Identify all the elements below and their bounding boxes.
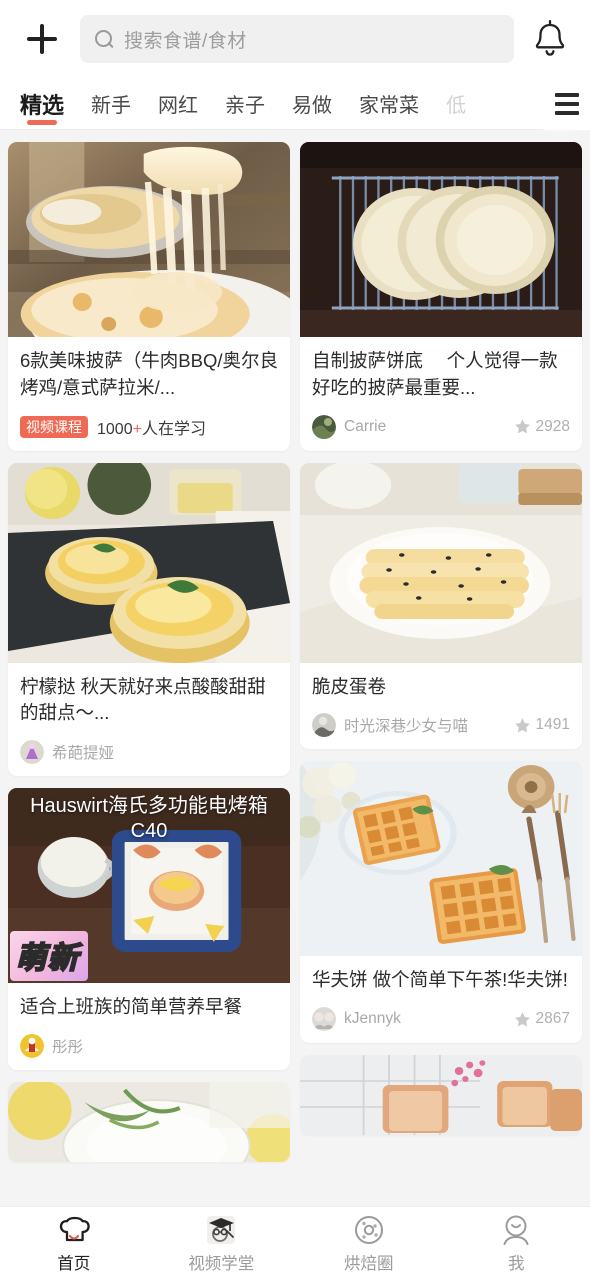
recipe-title: 柠檬挞 秋天就好来点酸酸甜甜的甜点～...: [20, 675, 266, 724]
author-name[interactable]: 时光深巷少女与喵: [344, 714, 468, 736]
avatar[interactable]: [312, 713, 336, 738]
like-count-group[interactable]: 2928: [508, 418, 570, 436]
recipe-card[interactable]: 柠檬挞 秋天就好来点酸酸甜甜的甜点～... 希葩提娅: [8, 462, 290, 777]
status-badge: 视频课程: [20, 415, 88, 438]
app-header: 搜索食谱/食材: [0, 0, 590, 78]
search-icon: [94, 29, 114, 49]
search-bar[interactable]: 搜索食谱/食材: [80, 15, 514, 63]
like-count-group[interactable]: 2867: [508, 1010, 570, 1028]
star-icon: [514, 1012, 530, 1027]
card-meta: 时光深巷少女与喵 1491: [312, 713, 570, 738]
pizza-crusts-on-cooling-rack-image: [300, 142, 582, 337]
plus-icon[interactable]: [20, 17, 64, 61]
nav-item-home[interactable]: 首页: [0, 1207, 148, 1280]
recipe-card[interactable]: 自制披萨饼底 个人觉得一款好吃的披萨最重要... Carrie 2928: [300, 142, 582, 451]
recipe-title: 脆皮蛋卷: [312, 675, 387, 697]
white-plate-with-herbs-and-lemon-image: [8, 1082, 290, 1163]
nav-item-video-class[interactable]: 视频学堂: [148, 1207, 296, 1280]
avatar[interactable]: [312, 1007, 336, 1032]
card-meta: 希葩提娅: [20, 740, 278, 765]
tab-di[interactable]: 低: [446, 78, 466, 129]
waffles-with-cutlery-image: [300, 761, 582, 957]
tab-qinzi[interactable]: 亲子: [225, 78, 265, 129]
search-input[interactable]: 搜索食谱/食材: [124, 26, 247, 53]
nav-label-home: 首页: [57, 1254, 91, 1273]
category-tab-bar: 精选 新手 网红 亲子 易做 家常菜 低: [0, 77, 590, 130]
recipe-card[interactable]: 华夫饼 做个简单下午茶!华夫饼! kJennyk 2867: [300, 761, 582, 1044]
star-icon: [514, 718, 530, 733]
person-smile-icon: [498, 1214, 534, 1246]
recipe-card[interactable]: Hauswirt海氏多功能电烤箱C40 萌新 适合上班族的简单营养早餐 彤彤: [8, 788, 290, 1071]
recipe-title: 自制披萨饼底 个人觉得一款好吃的披萨最重要...: [312, 350, 558, 398]
card-body: 自制披萨饼底 个人觉得一款好吃的披萨最重要... Carrie 2928: [300, 337, 582, 451]
card-meta: 彤彤: [20, 1034, 278, 1059]
card-body: 华夫饼 做个简单下午茶!华夫饼! kJennyk 2867: [300, 956, 582, 1043]
learner-suffix: 人在学习: [141, 420, 206, 438]
category-tabs[interactable]: 精选 新手 网红 亲子 易做 家常菜 低: [20, 78, 544, 129]
recipe-feed[interactable]: 6款美味披萨（牛肉BBQ/奥尔良烤鸡/意式萨拉米/... 视频课程 1000+人…: [0, 130, 590, 1206]
star-icon: [514, 419, 530, 434]
card-meta: Carrie 2928: [312, 414, 570, 439]
baked-bread-slices-with-flowers-image: [300, 1055, 582, 1136]
learner-number: 1000: [97, 420, 133, 438]
image-overlay-text: Hauswirt海氏多功能电烤箱C40: [30, 795, 268, 843]
nav-label-video-class: 视频学堂: [188, 1254, 255, 1273]
recipe-card[interactable]: 脆皮蛋卷 时光深巷少女与喵 1491: [300, 462, 582, 750]
card-meta: kJennyk 2867: [312, 1007, 570, 1032]
bottom-navigation: 首页 视频学堂 烘焙圈 我: [0, 1206, 590, 1280]
tab-yizuo[interactable]: 易做: [292, 78, 332, 129]
nav-label-profile: 我: [508, 1254, 525, 1273]
author-name[interactable]: Carrie: [344, 418, 386, 436]
graduation-cap-icon: [203, 1214, 239, 1246]
video-course-row: 视频课程 1000+人在学习: [20, 415, 278, 439]
author-name[interactable]: 希葩提娅: [52, 741, 114, 763]
author-name[interactable]: kJennyk: [344, 1010, 401, 1028]
tab-jiachangcai[interactable]: 家常菜: [359, 78, 419, 129]
recipe-card-partial[interactable]: [300, 1055, 582, 1136]
new-user-sticker: 萌新: [10, 931, 88, 982]
bell-icon[interactable]: [530, 18, 570, 60]
recipe-title: 6款美味披萨（牛肉BBQ/奥尔良烤鸡/意式萨拉米/...: [20, 350, 278, 398]
card-body: 柠檬挞 秋天就好来点酸酸甜甜的甜点～... 希葩提娅: [8, 663, 290, 777]
hamburger-menu-icon[interactable]: [544, 77, 590, 130]
crispy-egg-rolls-on-plate-image: [300, 462, 582, 663]
recipe-title: 适合上班族的简单营养早餐: [20, 996, 243, 1018]
feed-column-left: 6款美味披萨（牛肉BBQ/奥尔良烤鸡/意式萨拉米/... 视频课程 1000+人…: [8, 142, 290, 1206]
chef-hat-icon: [56, 1214, 92, 1246]
donut-icon: [351, 1214, 387, 1246]
card-body: 脆皮蛋卷 时光深巷少女与喵 1491: [300, 663, 582, 750]
nav-label-baking-circle: 烘焙圈: [344, 1254, 394, 1273]
tab-jingxuan[interactable]: 精选: [20, 78, 64, 129]
recipe-card[interactable]: 6款美味披萨（牛肉BBQ/奥尔良烤鸡/意式萨拉米/... 视频课程 1000+人…: [8, 142, 290, 451]
breakfast-plate-with-milk-image: Hauswirt海氏多功能电烤箱C40 萌新: [8, 788, 290, 984]
like-count: 2928: [535, 417, 570, 435]
card-body: 6款美味披萨（牛肉BBQ/奥尔良烤鸡/意式萨拉米/... 视频课程 1000+人…: [8, 337, 290, 451]
nav-item-profile[interactable]: 我: [443, 1207, 590, 1280]
nav-item-baking-circle[interactable]: 烘焙圈: [295, 1207, 443, 1280]
learner-count: 1000+人在学习: [97, 415, 206, 439]
card-body: 适合上班族的简单营养早餐 彤彤: [8, 983, 290, 1070]
like-count: 1491: [535, 716, 570, 734]
tab-wanghong[interactable]: 网红: [158, 78, 198, 129]
recipe-title: 华夫饼 做个简单下午茶!华夫饼!: [312, 969, 568, 991]
pizza-with-stretching-cheese-image: [8, 142, 290, 337]
avatar[interactable]: [20, 740, 44, 765]
like-count-group[interactable]: 1491: [508, 716, 570, 734]
learner-plus: +: [132, 420, 142, 438]
lemon-tarts-on-slate-image: [8, 462, 290, 663]
author-name[interactable]: 彤彤: [52, 1035, 83, 1057]
like-count: 2867: [535, 1010, 570, 1028]
tab-xinshou[interactable]: 新手: [91, 78, 131, 129]
recipe-card-partial[interactable]: [8, 1082, 290, 1163]
feed-column-right: 自制披萨饼底 个人觉得一款好吃的披萨最重要... Carrie 2928 脆皮蛋…: [300, 142, 582, 1206]
avatar[interactable]: [20, 1034, 44, 1059]
avatar[interactable]: [312, 414, 336, 439]
